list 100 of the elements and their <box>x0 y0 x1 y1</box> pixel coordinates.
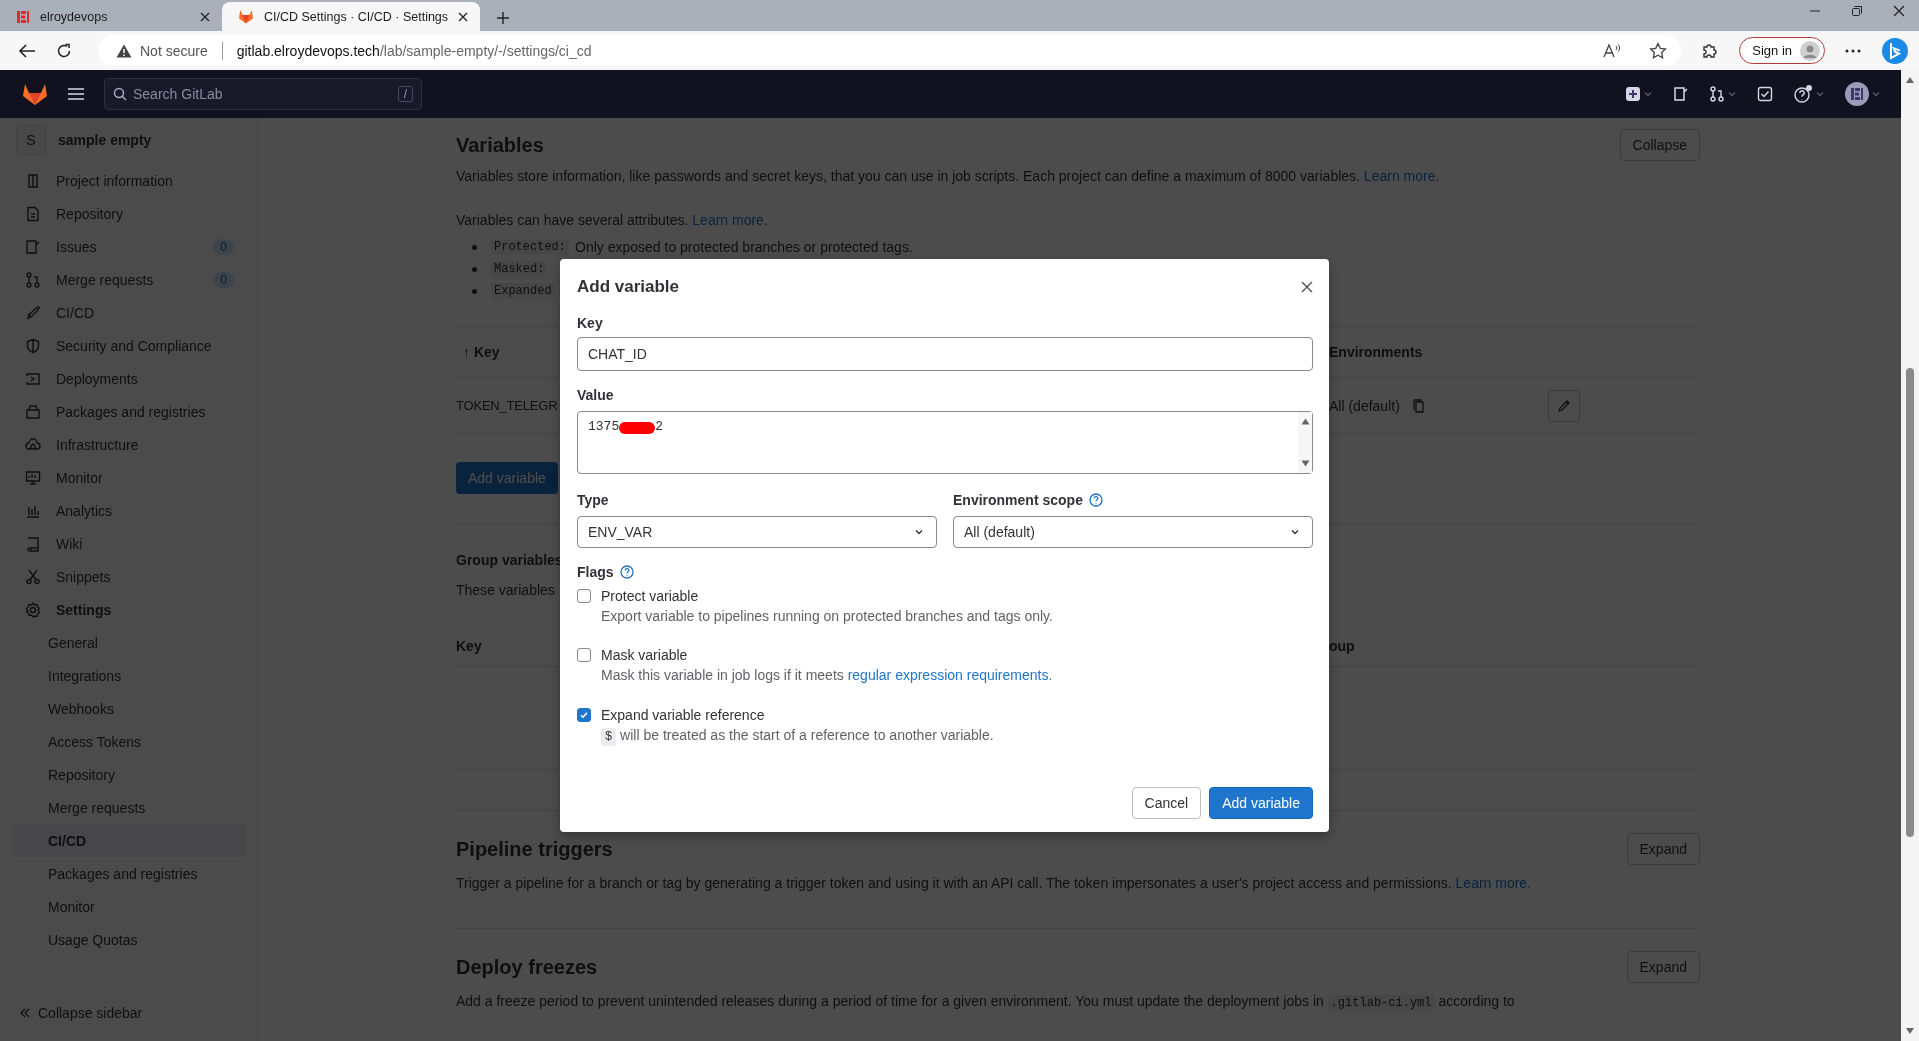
scrollbar-thumb[interactable] <box>1906 368 1914 837</box>
checkbox[interactable] <box>577 648 591 662</box>
column-header[interactable]: ↑ Key <box>456 344 500 360</box>
close-icon[interactable] <box>1893 4 1905 17</box>
issue-icon[interactable] <box>1673 86 1689 102</box>
sidebar-item[interactable]: Snippets <box>0 560 246 593</box>
add-variable-button[interactable]: Add variable <box>456 462 558 494</box>
bing-icon[interactable] <box>1881 36 1909 65</box>
sidebar-subitem[interactable]: Monitor <box>12 890 246 923</box>
collapse-sidebar-button[interactable]: Collapse sidebar <box>0 985 258 1041</box>
sidebar-subitem[interactable]: Merge requests <box>12 791 246 824</box>
close-icon[interactable] <box>458 11 469 22</box>
subsection-description: These variables <box>456 581 555 600</box>
sign-in-button[interactable]: Sign in <box>1739 37 1825 64</box>
back-icon[interactable] <box>18 42 36 59</box>
user-menu[interactable] <box>1845 82 1881 106</box>
expand-button[interactable]: Expand <box>1626 951 1700 983</box>
flag-label[interactable]: Expand variable reference <box>601 705 765 725</box>
star-icon[interactable] <box>1649 41 1668 60</box>
section-title: Pipeline triggers <box>456 837 613 862</box>
new-tab-icon[interactable] <box>496 11 511 25</box>
count-badge: 0 <box>213 238 234 255</box>
sidebar-item[interactable]: CI/CD <box>0 296 246 329</box>
puzzle-icon[interactable] <box>1701 41 1720 60</box>
sidebar-subitem[interactable]: General <box>12 626 246 659</box>
scroll-down-icon[interactable] <box>1300 460 1310 467</box>
help-menu[interactable] <box>1793 85 1825 103</box>
search-field[interactable]: Search GitLab / <box>104 78 422 110</box>
issue-icon <box>25 238 41 255</box>
help-icon[interactable] <box>619 565 634 579</box>
sidebar-subitem[interactable]: Access Tokens <box>12 725 246 758</box>
refresh-icon[interactable] <box>56 42 72 59</box>
logo-icon <box>16 9 30 24</box>
sidebar-item[interactable]: Packages and registries <box>0 395 246 428</box>
collapse-button[interactable]: Collapse <box>1619 129 1700 161</box>
learn-more-link[interactable]: Learn more. <box>692 212 768 228</box>
count-badge: 0 <box>213 271 234 288</box>
key-field[interactable]: CHAT_ID <box>577 337 1313 371</box>
close-icon[interactable] <box>1301 281 1313 293</box>
sidebar-item[interactable]: Infrastructure <box>0 428 246 461</box>
sidebar-item[interactable]: Issues 0 <box>0 230 246 263</box>
section-title: Deploy freezes <box>456 955 598 980</box>
sidebar-item[interactable]: Merge requests 0 <box>0 263 246 296</box>
scroll-down-icon[interactable] <box>1905 1027 1915 1035</box>
value-field[interactable]: 1375 2 <box>577 411 1313 474</box>
project-avatar[interactable]: S <box>16 125 46 155</box>
fox-logo-icon[interactable] <box>22 82 48 106</box>
code-text: Expanded <box>491 283 555 299</box>
todo-icon[interactable] <box>1757 86 1773 102</box>
browser-tab[interactable]: elroydevops <box>0 2 222 31</box>
expand-button[interactable]: Expand <box>1626 833 1700 865</box>
field-label: Type <box>577 491 610 510</box>
scroll-up-icon[interactable] <box>1300 418 1310 425</box>
sidebar-item[interactable]: Monitor <box>0 461 246 494</box>
address-bar[interactable]: Not secure gitlab.elroydevops.tech/lab/sample-empty/-/settings/ci_cd <box>98 35 1682 66</box>
checkmark-icon <box>579 710 589 720</box>
scroll-up-icon[interactable] <box>1905 76 1915 84</box>
sidebar-subitem[interactable]: Webhooks <box>12 692 246 725</box>
sidebar-item[interactable]: Project information <box>0 164 246 197</box>
flag-label[interactable]: Mask variable <box>601 645 688 665</box>
sidebar-item[interactable]: Analytics <box>0 494 246 527</box>
merge-icon <box>1709 86 1725 102</box>
learn-more-link[interactable]: Learn more. <box>1363 168 1440 184</box>
checkbox[interactable] <box>577 708 591 722</box>
chevron-down-icon <box>914 527 924 537</box>
browser-tab[interactable]: CI/CD Settings · CI/CD · Settings <box>222 2 481 31</box>
security-label[interactable]: Not secure <box>140 42 208 59</box>
scope-select[interactable]: All (default) <box>953 516 1313 548</box>
flag-description: Export variable to pipelines running on protected branches and tags only. <box>601 607 1054 626</box>
help-icon[interactable] <box>1088 493 1103 507</box>
cancel-button[interactable]: Cancel <box>1131 787 1202 819</box>
sidebar-subitem[interactable]: Usage Quotas <box>12 923 246 956</box>
cloud-icon <box>25 436 41 453</box>
sidebar-subitem[interactable]: CI/CD <box>12 824 246 857</box>
sidebar-item[interactable]: Wiki <box>0 527 246 560</box>
chevron-down-icon <box>1290 527 1300 537</box>
read-aloud-icon[interactable] <box>1603 42 1622 59</box>
close-icon[interactable] <box>200 11 210 22</box>
add-variable-button[interactable]: Add variable <box>1209 787 1313 819</box>
requirements-link[interactable]: regular expression requirements. <box>847 667 1053 683</box>
project-name[interactable]: sample empty <box>58 132 152 148</box>
sidebar-item[interactable]: Settings <box>0 593 246 626</box>
sidebar-subitem[interactable]: Repository <box>12 758 246 791</box>
flag-label[interactable]: Protect variable <box>601 586 699 606</box>
sidebar-subitem[interactable]: Integrations <box>12 659 246 692</box>
merge-requests-menu[interactable] <box>1709 86 1737 102</box>
more-icon[interactable] <box>1845 48 1861 53</box>
url-text[interactable]: gitlab.elroydevops.tech/lab/sample-empty/-/settings/ci_cd <box>236 42 592 59</box>
sidebar-item[interactable]: Security and Compliance <box>0 329 246 362</box>
new-menu[interactable] <box>1625 86 1653 102</box>
sidebar-item[interactable]: Repository <box>0 197 246 230</box>
menu-icon[interactable] <box>68 87 84 101</box>
sidebar-item[interactable]: Deployments <box>0 362 246 395</box>
restore-icon[interactable] <box>1851 4 1863 17</box>
table-cell: All (default) <box>1329 397 1400 414</box>
code-text: Protected: <box>491 239 569 255</box>
checkbox[interactable] <box>577 589 591 603</box>
type-select[interactable]: ENV_VAR <box>577 516 937 548</box>
learn-more-link[interactable]: Learn more. <box>1455 875 1532 891</box>
sidebar-subitem[interactable]: Packages and registries <box>12 857 246 890</box>
